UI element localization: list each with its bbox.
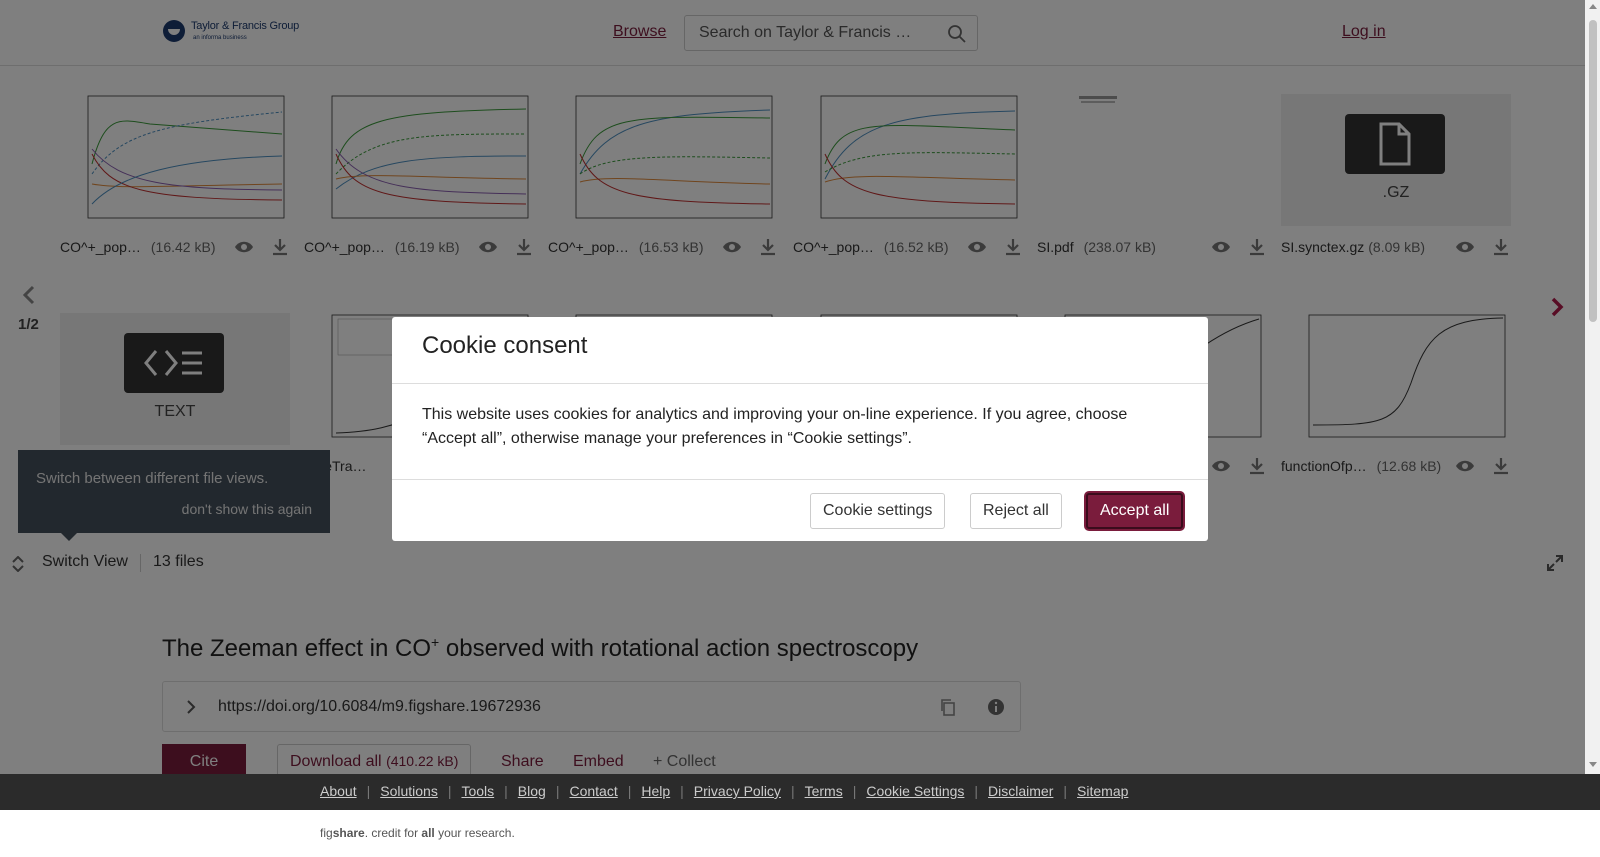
accept-all-button[interactable]: Accept all xyxy=(1086,493,1184,529)
reject-all-button[interactable]: Reject all xyxy=(970,493,1062,529)
footer-link-solutions[interactable]: Solutions xyxy=(380,783,438,799)
footer-link-blog[interactable]: Blog xyxy=(518,783,546,799)
scroll-down-arrow[interactable] xyxy=(1589,762,1597,767)
dialog-body: This website uses cookies for analytics … xyxy=(422,406,1128,447)
footer-link-help[interactable]: Help xyxy=(641,783,670,799)
cookie-settings-button[interactable]: Cookie settings xyxy=(810,493,946,529)
scroll-thumb[interactable] xyxy=(1589,20,1597,322)
footer-links: About | Solutions | Tools | Blog | Contact | … xyxy=(320,783,1129,799)
scrollbar[interactable] xyxy=(1585,0,1600,774)
footer-brand: figshare. credit for all your research. xyxy=(0,810,1600,857)
footer-nav: About | Solutions | Tools | Blog | Contact | … xyxy=(0,774,1600,810)
divider xyxy=(392,383,1208,384)
footer-link-privacy[interactable]: Privacy Policy xyxy=(694,783,781,799)
scroll-up-arrow[interactable] xyxy=(1589,4,1597,9)
cookie-consent-dialog: Cookie consent This website uses cookies… xyxy=(392,317,1208,541)
footer-link-terms[interactable]: Terms xyxy=(805,783,843,799)
footer-link-tools[interactable]: Tools xyxy=(461,783,494,799)
footer-link-sitemap[interactable]: Sitemap xyxy=(1077,783,1128,799)
footer-link-contact[interactable]: Contact xyxy=(569,783,617,799)
divider xyxy=(392,479,1208,480)
footer-link-disclaimer[interactable]: Disclaimer xyxy=(988,783,1053,799)
figshare-tagline: figshare. credit for all your research. xyxy=(320,826,515,840)
dialog-title: Cookie consent xyxy=(422,332,588,359)
footer-link-cookie-settings[interactable]: Cookie Settings xyxy=(866,783,964,799)
footer-link-about[interactable]: About xyxy=(320,783,357,799)
